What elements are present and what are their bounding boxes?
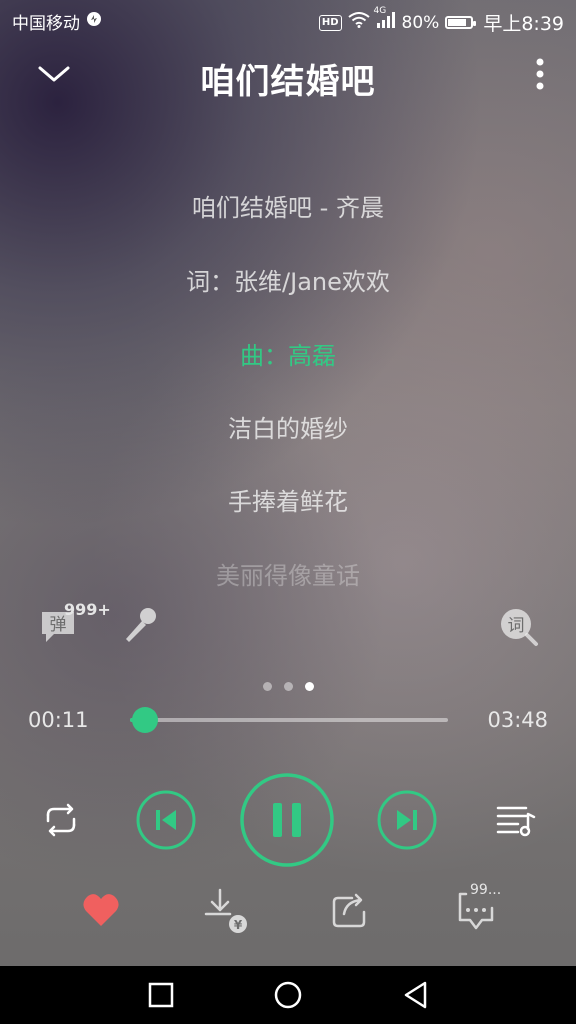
more-button[interactable] [528,56,552,92]
previous-track-button[interactable] [136,790,196,850]
page-dot [262,682,272,691]
playback-controls [0,770,576,870]
download-button[interactable]: ¥ [204,888,252,936]
current-time: 00:11 [28,708,89,732]
recent-apps-button[interactable] [146,980,176,1010]
lyric-line: 美丽得像童话 [216,562,360,590]
hd-badge: HD [318,14,342,31]
player-header: 咱们结婚吧 [0,38,576,113]
battery-percent: 80% [401,12,440,33]
lyric-line-active: 曲：高磊 [240,342,336,370]
microphone-icon [126,608,156,642]
skip-previous-icon [136,790,196,850]
home-button[interactable] [273,980,303,1010]
lyric-line: 手捧着鲜花 [228,488,348,516]
lyric-line: 词：张维/Jane欢欢 [186,268,390,296]
square-icon [148,982,174,1008]
total-time: 03:48 [487,708,548,732]
share-icon [332,893,366,928]
page-dot [304,682,314,691]
pause-icon [240,773,334,867]
like-button[interactable] [82,892,120,928]
comment-count: 99... [470,882,502,898]
lyrics-search-button[interactable]: 词 [498,606,540,648]
next-track-button[interactable] [377,790,437,850]
danmu-count: 999+ [64,600,111,619]
network-type: 4G [373,6,387,16]
sync-icon [86,11,102,32]
play-pause-button[interactable] [239,772,335,868]
triangle-back-icon [404,981,427,1009]
playlist-button[interactable] [496,802,538,838]
share-button[interactable] [330,890,370,930]
battery-icon [445,16,477,29]
repeat-button[interactable] [38,803,84,837]
circle-icon [274,981,302,1009]
system-navigation-bar [0,966,576,1024]
page-indicator [0,676,576,695]
skip-next-icon [377,790,437,850]
song-title: 咱们结婚吧 [200,62,376,102]
lyric-line: 洁白的婚纱 [228,415,348,443]
lyrics-search-icon: 词 [501,609,538,646]
page-dot [283,682,293,691]
svg-text:词: 词 [508,616,525,636]
seek-bar[interactable] [130,707,448,733]
signal-icon: 4G [374,6,396,33]
playlist-icon [496,806,536,837]
repeat-icon [46,803,76,837]
heart-icon [83,894,119,926]
download-paid-icon: ¥ [204,888,247,933]
status-bar: 中国移动 HD 4G 80% 早上8:39 [0,0,576,38]
clock: 早上8:39 [483,13,564,35]
back-button[interactable] [401,980,431,1010]
lyric-line: 咱们结婚吧 - 齐晨 [192,194,384,222]
more-vertical-icon [536,58,544,90]
karaoke-button[interactable] [120,605,160,645]
carrier-label: 中国移动 [12,14,80,34]
svg-text:¥: ¥ [234,918,243,932]
wifi-icon [347,12,370,33]
